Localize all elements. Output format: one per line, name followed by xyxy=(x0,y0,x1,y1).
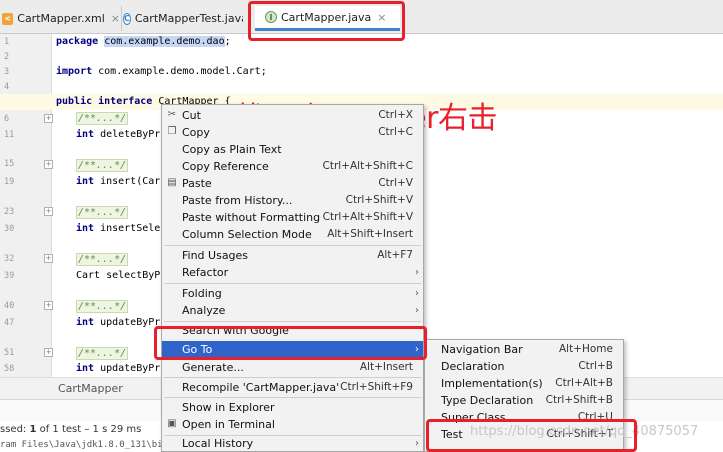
line-number: 47 xyxy=(4,318,15,328)
menu-item-copy-plain-text[interactable]: Copy as Plain Text xyxy=(162,141,423,158)
folded-comment: /**...*/ xyxy=(76,159,129,172)
tab-cartmapper-java[interactable]: I CartMapper.java × xyxy=(255,6,400,31)
line-number: 1 xyxy=(4,37,10,47)
interface-i-icon: I xyxy=(265,11,277,23)
submenu-arrow-icon: › xyxy=(415,438,419,449)
line-number: 23 xyxy=(4,207,15,217)
class-c-icon: C xyxy=(123,12,131,25)
fold-toggle-icon[interactable]: + xyxy=(44,207,53,216)
menu-item-copy[interactable]: ❐ Copy Ctrl+C xyxy=(162,124,423,141)
code-line: /**...*/ xyxy=(76,299,129,315)
line-number: 30 xyxy=(4,224,15,234)
line-number: 3 xyxy=(4,67,10,77)
tab-cartmapper-xml[interactable]: < CartMapper.xml × xyxy=(2,6,120,31)
line-number: 11 xyxy=(4,130,15,140)
submenu-item-implementations[interactable]: Implementation(s) Ctrl+Alt+B xyxy=(425,375,623,392)
scissors-icon: ✂ xyxy=(167,109,177,120)
submenu-item-type-declaration[interactable]: Type Declaration Ctrl+Shift+B xyxy=(425,392,623,409)
code-line: /**...*/ xyxy=(76,205,129,221)
menu-separator xyxy=(164,397,421,398)
line-number-gutter: 1 2 3 4 5 6 11 15 19 23 30 32 39 40 47 5… xyxy=(0,34,53,377)
folded-comment: /**...*/ xyxy=(76,253,129,266)
tab-cartmappertest-java[interactable]: C CartMapperTest.java xyxy=(123,6,243,31)
folded-comment: /**...*/ xyxy=(76,206,129,219)
line-number: 19 xyxy=(4,177,15,187)
code-line: int deleteByPrim xyxy=(76,129,173,140)
menu-item-recompile[interactable]: Recompile 'CartMapper.java' Ctrl+Shift+F9 xyxy=(162,379,423,396)
editor-tab-bar: < CartMapper.xml × C CartMapperTest.java… xyxy=(0,0,723,34)
menu-item-column-selection-mode[interactable]: Column Selection Mode Alt+Shift+Insert xyxy=(162,226,423,243)
folded-comment: /**...*/ xyxy=(76,112,129,125)
line-number: 39 xyxy=(4,271,15,281)
menu-item-local-history[interactable]: Local History › xyxy=(162,435,423,452)
submenu-arrow-icon: › xyxy=(415,344,419,355)
fold-toggle-icon[interactable]: + xyxy=(44,348,53,357)
fold-toggle-icon[interactable]: + xyxy=(44,254,53,263)
line-number: 51 xyxy=(4,348,15,358)
folded-comment: /**...*/ xyxy=(76,347,129,360)
line-number: 40 xyxy=(4,301,15,311)
breadcrumb-item[interactable]: CartMapper xyxy=(58,382,123,395)
menu-item-folding[interactable]: Folding › xyxy=(162,285,423,302)
code-line: int insertSelect xyxy=(76,223,173,234)
code-line: int updateByPrim xyxy=(76,317,173,328)
fold-toggle-icon[interactable]: + xyxy=(44,160,53,169)
line-number: 4 xyxy=(4,82,10,92)
code-line: int insert(Cart xyxy=(76,176,167,187)
tab-label: CartMapper.xml xyxy=(17,12,105,25)
menu-item-search-with-google[interactable]: Search with Google xyxy=(162,322,423,339)
editor-context-menu: ✂ Cut Ctrl+X ❐ Copy Ctrl+C Copy as Plain Tex… xyxy=(161,104,424,452)
code-line: /**...*/ xyxy=(76,346,129,362)
code-line: package com.example.demo.dao; xyxy=(56,36,231,47)
tab-label: CartMapper.java xyxy=(281,10,372,24)
line-number: 58 xyxy=(4,364,15,374)
tab-label: CartMapperTest.java xyxy=(134,12,243,25)
line-number: 32 xyxy=(4,254,15,264)
menu-item-copy-reference[interactable]: Copy Reference Ctrl+Alt+Shift+C xyxy=(162,158,423,175)
selected-text: com.example.demo.dao xyxy=(104,36,225,47)
menu-item-paste-without-formatting[interactable]: Paste without Formatting Ctrl+Alt+Shift+V xyxy=(162,209,423,226)
submenu-arrow-icon: › xyxy=(415,288,419,299)
menu-item-paste-from-history[interactable]: Paste from History... Ctrl+Shift+V xyxy=(162,192,423,209)
submenu-item-navigation-bar[interactable]: Navigation Bar Alt+Home xyxy=(425,341,623,358)
clipboard-icon: ▤ xyxy=(167,177,177,188)
menu-separator xyxy=(164,377,421,378)
xml-file-icon: < xyxy=(2,12,14,25)
submenu-arrow-icon: › xyxy=(415,305,419,316)
code-line: int updateByPrim xyxy=(76,363,173,374)
close-icon[interactable]: × xyxy=(111,12,120,25)
submenu-item-declaration[interactable]: Declaration Ctrl+B xyxy=(425,358,623,375)
line-number: 15 xyxy=(4,159,15,169)
fold-toggle-icon[interactable]: + xyxy=(44,114,53,123)
line-number: 2 xyxy=(4,52,10,62)
menu-item-show-in-explorer[interactable]: Show in Explorer xyxy=(162,399,423,416)
menu-item-paste[interactable]: ▤ Paste Ctrl+V xyxy=(162,175,423,192)
menu-item-find-usages[interactable]: Find Usages Alt+F7 xyxy=(162,247,423,264)
menu-separator xyxy=(164,283,421,284)
close-icon[interactable]: × xyxy=(377,11,386,24)
folded-comment: /**...*/ xyxy=(76,300,129,313)
menu-item-generate[interactable]: Generate... Alt+Insert xyxy=(162,359,423,376)
tab-divider xyxy=(121,6,122,31)
menu-item-open-in-terminal[interactable]: ▣ Open in Terminal xyxy=(162,416,423,433)
menu-item-refactor[interactable]: Refactor › xyxy=(162,264,423,281)
code-line: import com.example.demo.model.Cart; xyxy=(56,66,267,77)
fold-toggle-icon[interactable]: + xyxy=(44,301,53,310)
terminal-icon: ▣ xyxy=(167,418,177,429)
menu-item-analyze[interactable]: Analyze › xyxy=(162,302,423,319)
code-line: Cart selectByPri xyxy=(76,270,173,281)
menu-separator xyxy=(164,245,421,246)
code-line: /**...*/ xyxy=(76,158,129,174)
menu-item-go-to[interactable]: Go To › xyxy=(162,341,423,358)
copy-icon: ❐ xyxy=(167,126,177,137)
submenu-arrow-icon: › xyxy=(415,267,419,278)
code-line: /**...*/ xyxy=(76,252,129,268)
code-line: /**...*/ xyxy=(76,111,129,127)
menu-item-cut[interactable]: ✂ Cut Ctrl+X xyxy=(162,107,423,124)
watermark: https://blog.csdn.net/qq_40875057 xyxy=(470,424,699,439)
line-number: 6 xyxy=(4,114,10,124)
